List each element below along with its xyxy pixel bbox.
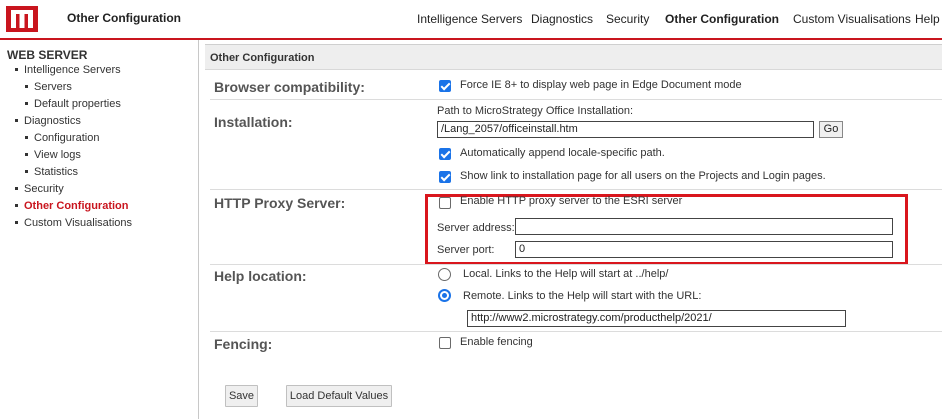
sidebar-item-statistics[interactable]: Statistics xyxy=(25,166,78,178)
sidebar-item-label: View logs xyxy=(34,149,81,161)
sidebar-item-label: Default properties xyxy=(34,98,121,110)
help-url-input[interactable]: http://www2.microstrategy.com/producthel… xyxy=(467,310,846,327)
sidebar-item-diagnostics[interactable]: Diagnostics xyxy=(15,115,81,127)
bullet-icon xyxy=(25,84,28,88)
nav-other-configuration[interactable]: Other Configuration xyxy=(665,12,779,26)
sidebar-item-other-configuration[interactable]: Other Configuration xyxy=(15,200,129,212)
office-path-input[interactable]: /Lang_2057/officeinstall.htm xyxy=(437,121,814,138)
sidebar-item-label: Other Configuration xyxy=(24,200,129,212)
show-link-label: Show link to installation page for all u… xyxy=(460,170,826,182)
force-ie-checkbox[interactable] xyxy=(439,80,451,92)
bullet-icon xyxy=(15,220,18,224)
section-divider xyxy=(210,264,942,265)
bullet-icon xyxy=(15,203,18,207)
nav-custom-visualisations[interactable]: Custom Visualisations xyxy=(793,12,911,26)
page-title: Other Configuration xyxy=(67,11,181,25)
show-link-checkbox[interactable] xyxy=(439,171,451,183)
top-header: Other Configuration Intelligence Servers… xyxy=(0,0,942,38)
panel-header: Other Configuration xyxy=(205,44,942,70)
browser-compatibility-label: Browser compatibility: xyxy=(214,79,365,95)
sidebar-item-custom-visualisations[interactable]: Custom Visualisations xyxy=(15,217,132,229)
enable-proxy-checkbox[interactable] xyxy=(439,197,451,209)
sidebar-item-label: Diagnostics xyxy=(24,115,81,127)
force-ie-label: Force IE 8+ to display web page in Edge … xyxy=(460,79,742,91)
server-port-input[interactable]: 0 xyxy=(515,241,893,258)
sidebar-item-label: Statistics xyxy=(34,166,79,178)
bullet-icon xyxy=(25,169,28,173)
help-location-label: Help location: xyxy=(214,268,307,284)
sidebar-heading: WEB SERVER xyxy=(7,48,88,62)
nav-diagnostics[interactable]: Diagnostics xyxy=(531,12,593,26)
sidebar-item-configuration[interactable]: Configuration xyxy=(25,132,99,144)
sidebar-item-label: Custom Visualisations xyxy=(24,217,133,229)
sidebar: WEB SERVER Intelligence Servers Servers … xyxy=(0,40,199,419)
server-address-label: Server address: xyxy=(437,222,515,234)
bullet-icon xyxy=(15,67,18,71)
load-default-values-button[interactable]: Load Default Values xyxy=(286,385,392,407)
help-remote-label: Remote. Links to the Help will start wit… xyxy=(463,290,702,302)
sidebar-item-label: Intelligence Servers xyxy=(24,64,121,76)
help-local-label: Local. Links to the Help will start at .… xyxy=(463,268,669,280)
append-locale-checkbox[interactable] xyxy=(439,148,451,160)
bullet-icon xyxy=(25,101,28,105)
enable-fencing-label: Enable fencing xyxy=(460,336,533,348)
bullet-icon xyxy=(15,118,18,122)
server-address-input[interactable] xyxy=(515,218,893,235)
bullet-icon xyxy=(15,186,18,190)
nav-security[interactable]: Security xyxy=(606,12,649,26)
main-content: Other Configuration Browser compatibilit… xyxy=(205,44,942,419)
enable-fencing-checkbox[interactable] xyxy=(439,337,451,349)
help-local-radio[interactable] xyxy=(438,268,451,281)
sidebar-item-security[interactable]: Security xyxy=(15,183,64,195)
section-divider xyxy=(210,189,942,190)
section-divider xyxy=(210,99,942,100)
nav-help[interactable]: Help xyxy=(915,12,940,26)
append-locale-label: Automatically append locale-specific pat… xyxy=(460,147,665,159)
sidebar-item-servers[interactable]: Servers xyxy=(25,81,72,93)
nav-intelligence-servers[interactable]: Intelligence Servers xyxy=(417,12,522,26)
sidebar-item-intelligence-servers[interactable]: Intelligence Servers xyxy=(15,64,121,76)
sidebar-item-default-properties[interactable]: Default properties xyxy=(25,98,121,110)
section-divider xyxy=(210,331,942,332)
server-port-label: Server port: xyxy=(437,244,495,256)
enable-proxy-label: Enable HTTP proxy server to the ESRI ser… xyxy=(460,195,683,207)
help-remote-radio[interactable] xyxy=(438,289,451,302)
save-button[interactable]: Save xyxy=(225,385,258,407)
sidebar-item-label: Servers xyxy=(34,81,72,93)
sidebar-item-label: Security xyxy=(24,183,64,195)
sidebar-item-label: Configuration xyxy=(34,132,100,144)
fencing-label: Fencing: xyxy=(214,336,273,352)
office-path-label: Path to MicroStrategy Office Installatio… xyxy=(437,105,634,117)
bullet-icon xyxy=(25,152,28,156)
bullet-icon xyxy=(25,135,28,139)
sidebar-item-view-logs[interactable]: View logs xyxy=(25,149,81,161)
http-proxy-label: HTTP Proxy Server: xyxy=(214,195,346,211)
microstrategy-logo-icon[interactable] xyxy=(6,6,38,32)
go-button[interactable]: Go xyxy=(819,121,843,138)
panel-title: Other Configuration xyxy=(210,52,315,64)
installation-label: Installation: xyxy=(214,114,293,130)
